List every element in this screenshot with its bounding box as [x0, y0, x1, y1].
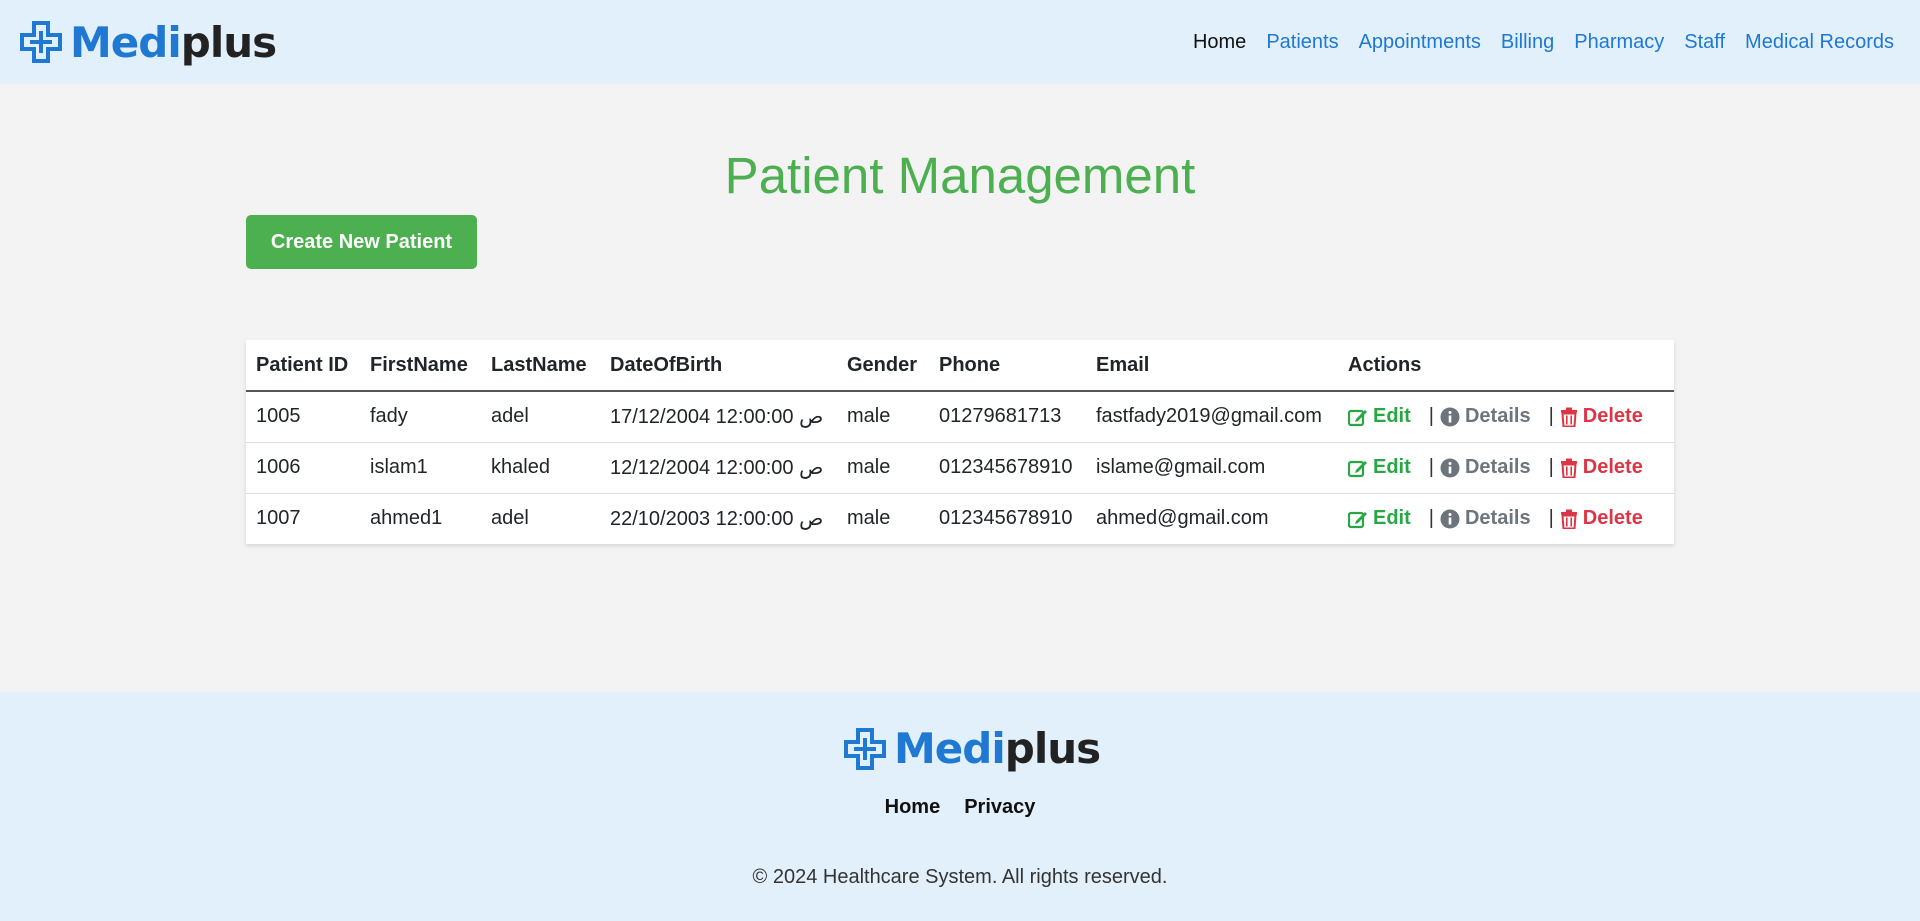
cell-email: islame@gmail.com [1086, 442, 1338, 494]
cell-actions: Edit | Details | Delete [1338, 493, 1674, 544]
patients-table: Patient ID FirstName LastName DateOfBirt… [246, 340, 1674, 544]
cell-email: fastfady2019@gmail.com [1086, 391, 1338, 443]
col-header-actions: Actions [1338, 340, 1674, 392]
footer-links: Home Privacy [0, 796, 1920, 819]
page-title: Patient Management [724, 147, 1196, 204]
cell-gender: male [837, 391, 929, 443]
cell-firstname: fady [360, 391, 481, 443]
main-nav: Home Patients Appointments Billing Pharm… [1193, 31, 1900, 54]
cell-gender: male [847, 507, 891, 530]
col-header-email: Email [1086, 340, 1338, 392]
details-link[interactable]: Details [1440, 405, 1531, 428]
medical-cross-icon [844, 727, 886, 770]
col-header-firstname: FirstName [360, 340, 481, 392]
patients-table-container: Patient ID FirstName LastName DateOfBirt… [246, 340, 1674, 544]
cell-phone: 012345678910 [939, 507, 1073, 530]
trash-icon [1560, 407, 1578, 427]
copyright-text: © 2024 Healthcare System. All rights res… [752, 866, 1168, 888]
nav-medical-records[interactable]: Medical Records [1745, 31, 1894, 54]
col-header-gender: Gender [837, 340, 929, 392]
delete-link[interactable]: Delete [1560, 456, 1643, 479]
action-separator: | [1428, 507, 1434, 530]
nav-patients[interactable]: Patients [1266, 31, 1338, 54]
cell-dateofbirth: 17/12/2004 12:00:00 ص [600, 391, 837, 443]
info-icon [1440, 458, 1460, 478]
info-icon [1440, 407, 1460, 427]
footer-brand-name: Mediplus [894, 724, 1101, 773]
table-header-row: Patient ID FirstName LastName DateOfBirt… [246, 340, 1674, 392]
cell-gender: male [837, 442, 929, 494]
cell-email: ahmed@gmail.com [1096, 507, 1269, 530]
col-header-patient-id: Patient ID [246, 340, 360, 392]
nav-pharmacy[interactable]: Pharmacy [1574, 31, 1664, 54]
edit-link[interactable]: Edit [1348, 405, 1411, 428]
action-separator: | [1428, 405, 1434, 428]
nav-appointments[interactable]: Appointments [1359, 31, 1481, 54]
cell-phone: 01279681713 [929, 391, 1086, 443]
action-separator: | [1548, 405, 1554, 428]
nav-home[interactable]: Home [1193, 31, 1246, 54]
cell-dateofbirth: 22/10/2003 12:00:00 ص [610, 508, 824, 531]
medical-cross-icon [20, 21, 62, 63]
edit-icon [1348, 509, 1368, 529]
nav-billing[interactable]: Billing [1501, 31, 1554, 54]
delete-link[interactable]: Delete [1560, 507, 1643, 530]
brand-name: Mediplus [70, 17, 277, 67]
table-row: 1007 ahmed1 adel 22/10/2003 12:00:00 ص male 0… [246, 493, 1674, 544]
create-patient-button[interactable]: Create New Patient [246, 215, 477, 269]
col-header-dateofbirth: DateOfBirth [600, 340, 837, 392]
action-separator: | [1548, 456, 1554, 478]
edit-link[interactable]: Edit [1348, 507, 1411, 530]
action-separator: | [1428, 456, 1434, 478]
details-link[interactable]: Details [1440, 456, 1531, 479]
info-icon [1440, 509, 1460, 529]
cell-patient-id: 1006 [246, 442, 360, 494]
action-separator: | [1548, 507, 1554, 530]
cell-patient-id: 1005 [246, 391, 360, 443]
edit-icon [1348, 407, 1368, 427]
cell-phone: 012345678910 [929, 442, 1086, 494]
cell-patient-id: 1007 [256, 507, 301, 530]
nav-staff[interactable]: Staff [1684, 31, 1725, 54]
edit-icon [1348, 458, 1368, 478]
col-header-phone: Phone [929, 340, 1086, 392]
main-content: Patient Management Create New Patient Pa… [0, 84, 1920, 692]
cell-lastname: adel [491, 507, 529, 530]
cell-actions: Edit | Details | Delete [1338, 391, 1674, 443]
cell-firstname: islam1 [360, 442, 481, 494]
cell-lastname: khaled [481, 442, 600, 494]
brand-logo[interactable]: Mediplus [20, 17, 277, 67]
cell-dateofbirth: 12/12/2004 12:00:00 ص [600, 442, 837, 494]
footer-brand-logo[interactable]: Mediplus [844, 724, 1101, 773]
page-footer: Mediplus Home Privacy © 2024 Healthcare … [0, 692, 1920, 921]
footer-link-home[interactable]: Home [885, 796, 941, 819]
table-row: 1005 fady adel 17/12/2004 12:00:00 ص male 012… [246, 391, 1674, 443]
cell-firstname: ahmed1 [370, 507, 443, 530]
trash-icon [1560, 509, 1578, 529]
edit-link[interactable]: Edit [1348, 456, 1411, 479]
footer-link-privacy[interactable]: Privacy [964, 796, 1035, 819]
delete-link[interactable]: Delete [1560, 405, 1643, 428]
top-header: Mediplus Home Patients Appointments Bill… [0, 0, 1920, 84]
trash-icon [1560, 458, 1578, 478]
col-header-lastname: LastName [481, 340, 600, 392]
table-row: 1006 islam1 khaled 12/12/2004 12:00:00 ص mal… [246, 442, 1674, 494]
details-link[interactable]: Details [1440, 507, 1531, 530]
cell-actions: Edit | Details | Delete [1338, 442, 1674, 494]
cell-lastname: adel [481, 391, 600, 443]
